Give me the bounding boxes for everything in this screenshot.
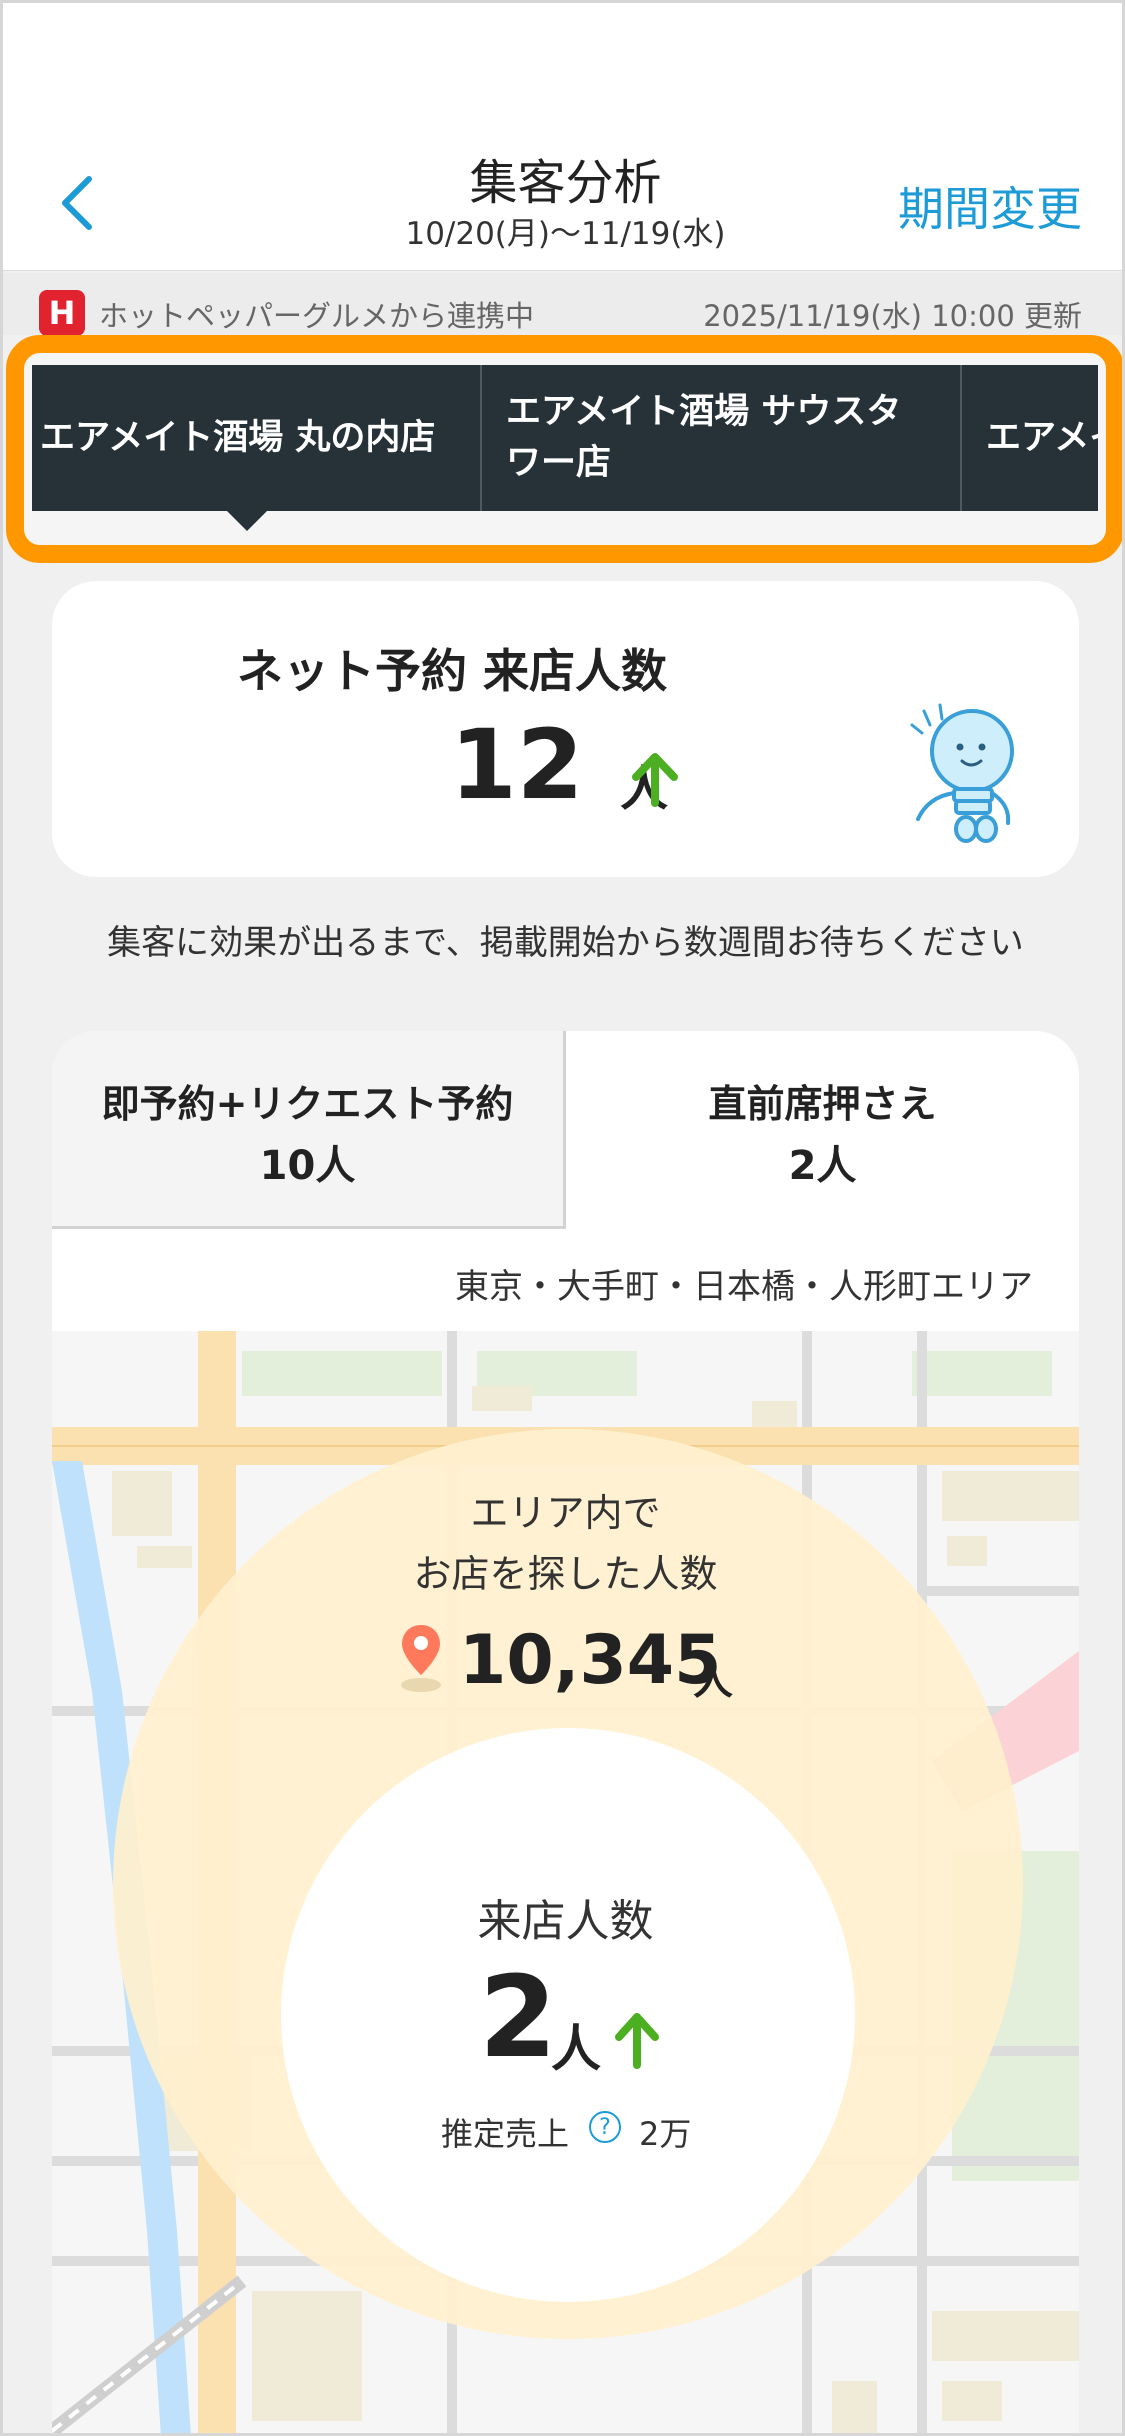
summary-value: 12: [450, 709, 584, 821]
link-status-text: ホットペッパーグルメから連携中: [99, 299, 535, 333]
last-updated: 2025/11/19(水) 10:00 更新: [703, 299, 1082, 333]
header: 集客分析 10/20(月)〜11/19(水) 期間変更: [3, 3, 1122, 271]
help-icon[interactable]: ?: [589, 2111, 621, 2143]
visits-value: 2: [479, 1953, 557, 2083]
area-searchers-unit: 人: [693, 1658, 733, 1704]
estimated-sales-value: 2万: [639, 2115, 692, 2153]
store-tab-label: エアメイト酒場 丸の内店: [40, 417, 436, 458]
visits-unit: 人: [551, 2020, 601, 2078]
area-searchers-label: エリア内で お店を探した人数: [413, 1491, 718, 1596]
store-tab-third[interactable]: エアメイ: [962, 365, 1098, 511]
store-tab-marunouchi[interactable]: エアメイト酒場 丸の内店: [32, 365, 482, 511]
store-tab-south-tower[interactable]: エアメイト酒場 サウスタワー店: [482, 365, 962, 511]
tab-instant-request-booking[interactable]: 即予約+リクエスト予約 10人: [52, 1031, 566, 1229]
app-screen: 集客分析 10/20(月)〜11/19(水) 期間変更 H ホットペッパーグルメ…: [0, 0, 1125, 2436]
store-tabs: エアメイト酒場 丸の内店 エアメイト酒場 サウスタワー店 エアメイ: [32, 365, 1098, 511]
selected-tab-pointer: [225, 509, 269, 531]
trend-up-icon: [632, 753, 678, 807]
tab-label: 直前席押さえ: [708, 1082, 937, 1126]
tab-last-minute-seat[interactable]: 直前席押さえ 2人: [566, 1031, 1079, 1229]
change-period-button[interactable]: 期間変更: [898, 173, 1082, 239]
tab-value: 2人: [788, 1143, 857, 1189]
tab-label: 即予約+リクエスト予約: [101, 1082, 514, 1126]
store-tab-label: エアメイ: [986, 417, 1098, 458]
tab-value: 10人: [259, 1143, 356, 1189]
trend-up-icon: [615, 2013, 659, 2069]
hotpepper-logo-icon: H: [39, 290, 85, 336]
summary-card: ネット予約 来店人数 12 人: [52, 581, 1079, 877]
area-searchers-value: 10,345: [459, 1621, 722, 1700]
notice-text: 集客に効果が出るまで、掲載開始から数週間お待ちください: [107, 923, 1024, 963]
summary-label: ネット予約 来店人数: [236, 644, 667, 698]
area-name: 東京・大手町・日本橋・人形町エリア: [455, 1267, 1033, 1307]
visits-label: 来店人数: [477, 1896, 654, 1947]
estimated-sales-label: 推定売上: [441, 2115, 570, 2153]
location-pin-icon: [401, 1625, 441, 1692]
lightbulb-mascot-icon: [910, 703, 1014, 843]
store-tab-label: エアメイト酒場 サウスタワー店: [506, 392, 902, 483]
